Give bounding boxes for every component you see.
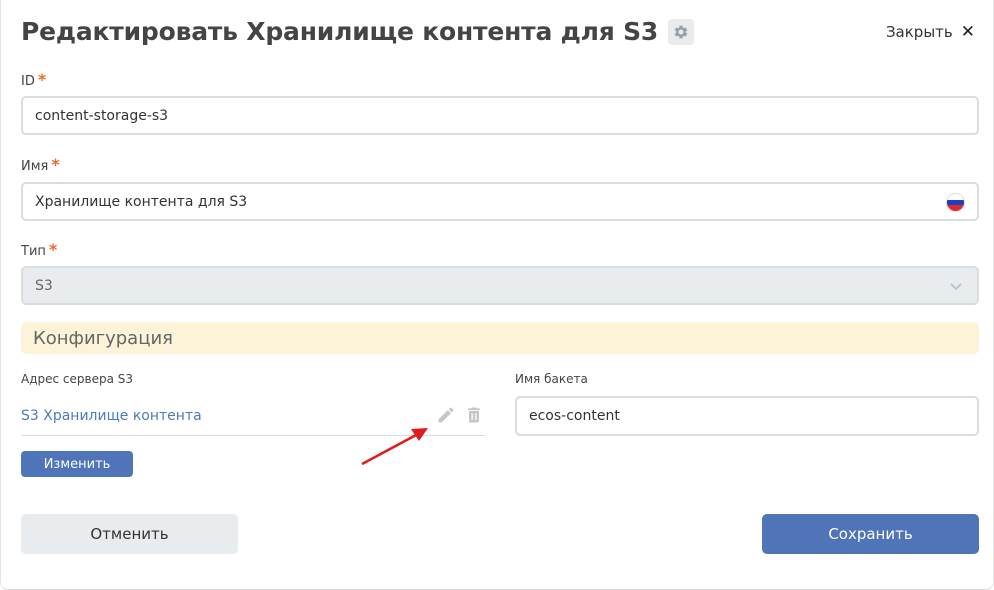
id-field-label: ID * [21, 70, 46, 89]
server-address-label: Адрес сервера S3 [21, 372, 134, 386]
name-input[interactable]: Хранилище контента для S3 [21, 182, 979, 221]
id-label-text: ID [21, 74, 35, 89]
bucket-name-value: ecos-content [529, 408, 620, 424]
gear-icon[interactable] [668, 18, 695, 45]
bucket-name-label: Имя бакета [515, 372, 588, 386]
configuration-section-header: Конфигурация [21, 322, 979, 354]
close-icon: ✕ [960, 21, 975, 42]
bucket-name-input[interactable]: ecos-content [515, 396, 979, 436]
type-label-text: Тип [21, 244, 46, 259]
type-select-value: S3 [35, 277, 53, 294]
required-asterisk: * [37, 70, 47, 89]
pencil-icon[interactable] [436, 405, 456, 430]
name-label-text: Имя [21, 159, 49, 174]
modal-title-text: Редактировать Хранилище контента для S3 [21, 17, 659, 46]
id-input[interactable]: content-storage-s3 [21, 96, 979, 135]
save-button[interactable]: Сохранить [762, 514, 979, 554]
required-asterisk: * [48, 240, 58, 259]
annotation-arrow [361, 428, 428, 466]
trash-icon[interactable] [464, 405, 484, 430]
change-button[interactable]: Изменить [21, 451, 133, 477]
edit-content-storage-modal: Редактировать Хранилище контента для S3 … [0, 0, 994, 590]
chevron-down-icon [949, 279, 963, 297]
required-asterisk: * [51, 155, 60, 174]
server-address-link[interactable]: S3 Хранилище контента [21, 408, 202, 424]
close-label: Закрыть [885, 23, 953, 41]
type-field-label: Тип * [21, 240, 57, 259]
configuration-title: Конфигурация [33, 327, 173, 349]
modal-title: Редактировать Хранилище контента для S3 [21, 17, 695, 46]
name-field-label: Имя * [21, 155, 60, 174]
close-button[interactable]: Закрыть ✕ [886, 23, 975, 41]
id-input-value: content-storage-s3 [35, 107, 169, 124]
name-input-value: Хранилище контента для S3 [35, 193, 248, 210]
cancel-button[interactable]: Отменить [21, 514, 238, 554]
russian-flag-icon[interactable] [946, 193, 965, 212]
type-select[interactable]: S3 [21, 266, 979, 305]
